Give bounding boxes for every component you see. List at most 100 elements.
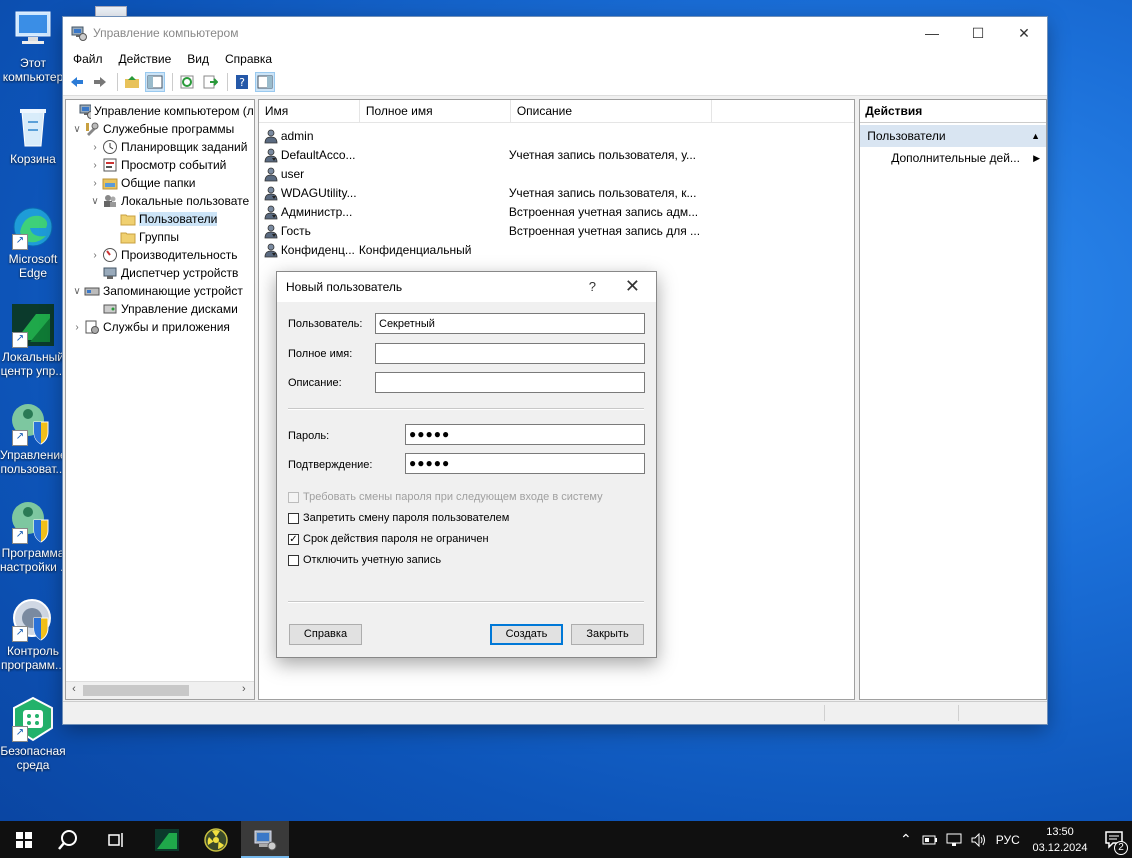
checkmark-icon[interactable]: ✓	[288, 533, 299, 545]
show-hide-action-pane-button[interactable]	[255, 72, 275, 92]
export-list-button[interactable]	[200, 72, 220, 92]
window-titlebar[interactable]: Управление компьютером — ☐ ✕	[63, 17, 1047, 49]
up-level-button[interactable]	[122, 72, 142, 92]
create-button[interactable]: Создать	[490, 624, 563, 645]
chk-password-never-expires[interactable]: ✓ Срок действия пароля не ограничен	[288, 533, 489, 545]
menu-view[interactable]: Вид	[179, 52, 217, 66]
task-view-icon	[108, 832, 123, 847]
notification-count-badge: 2	[1114, 841, 1128, 855]
chk-account-disabled[interactable]: Отключить учетную запись	[288, 554, 441, 566]
desktop-icon-setup-program[interactable]: ↗ Программа настройки ...	[0, 498, 66, 574]
close-button[interactable]: ✕	[1001, 17, 1047, 49]
column-header-full-name[interactable]: Полное имя	[360, 100, 511, 122]
dialog-help-button[interactable]: ?	[589, 279, 596, 294]
confirm-password-field[interactable]: ●●●●●	[405, 453, 645, 474]
tree-item-storage[interactable]: ∨ Запоминающие устройст	[66, 282, 254, 300]
clock[interactable]: 13:50 03.12.2024	[1028, 824, 1092, 856]
radiation-icon	[204, 827, 228, 852]
forward-button[interactable]	[90, 72, 110, 92]
chevron-down-icon[interactable]: ∨	[88, 196, 102, 207]
tree-item-users[interactable]: Пользователи	[66, 210, 254, 228]
table-row[interactable]: user	[259, 164, 854, 183]
description-field[interactable]	[375, 372, 645, 393]
battery-icon[interactable]	[922, 834, 938, 846]
minimize-button[interactable]: —	[909, 17, 955, 49]
chk-cannot-change-password[interactable]: Запретить смену пароля пользователем	[288, 512, 509, 524]
column-header-name[interactable]: Имя	[259, 100, 360, 122]
table-row[interactable]: admin	[259, 126, 854, 145]
taskbar-user-management[interactable]	[192, 821, 240, 858]
desktop-icon-safe-environment[interactable]: ↗ Безопасная среда	[0, 696, 66, 772]
search-button[interactable]	[44, 821, 92, 858]
menu-file[interactable]: Файл	[65, 52, 111, 66]
fullname-field[interactable]	[375, 343, 645, 364]
volume-icon[interactable]	[970, 832, 986, 847]
menu-action[interactable]: Действие	[111, 52, 180, 66]
tree-item-shared-folders[interactable]: › Общие папки	[66, 174, 254, 192]
close-dialog-button[interactable]: Закрыть	[571, 624, 644, 645]
actions-more[interactable]: Дополнительные дей... ▶	[860, 147, 1046, 169]
help-dialog-button[interactable]: Справка	[289, 624, 362, 645]
desktop-icon-label: Этот	[20, 56, 46, 70]
scroll-thumb[interactable]	[83, 685, 189, 696]
table-row[interactable]: Гость Встроенная учетная запись для ...	[259, 221, 854, 240]
dialog-titlebar[interactable]: Новый пользователь ? ✕	[277, 272, 656, 302]
chevron-down-icon[interactable]: ∨	[70, 124, 84, 135]
taskbar: ⌃ РУС 13:50 03.12.2024 2	[0, 821, 1132, 858]
tree-item-system-tools[interactable]: ∨ Служебные программы	[66, 120, 254, 138]
column-header-description[interactable]: Описание	[511, 100, 712, 122]
collapse-icon[interactable]: ▲	[1031, 125, 1040, 147]
desktop-icon-edge[interactable]: ↗ Microsoft Edge	[0, 204, 66, 280]
tree-item-services-apps[interactable]: › Службы и приложения	[66, 318, 254, 336]
desktop-icon-user-management[interactable]: ↗ Управление пользоват...	[0, 400, 66, 476]
chevron-up-icon[interactable]: ⌃	[900, 831, 912, 848]
back-button[interactable]	[67, 72, 87, 92]
chevron-right-icon[interactable]: ›	[88, 160, 102, 171]
desktop-icon-local-center[interactable]: ↗ Локальный центр упр...	[0, 302, 66, 378]
task-view-button[interactable]	[92, 821, 140, 858]
menu-help[interactable]: Справка	[217, 52, 280, 66]
tree-horizontal-scrollbar[interactable]: ‹ ›	[66, 681, 254, 699]
cell-description: Учетная запись пользователя, у...	[508, 147, 697, 162]
tree-item-task-scheduler[interactable]: › Планировщик заданий	[66, 138, 254, 156]
desktop-icon-this-pc[interactable]: Этот компьютер	[0, 8, 66, 84]
scroll-left-icon[interactable]: ‹	[66, 683, 82, 695]
start-button[interactable]	[0, 821, 48, 858]
desktop-icon-program-control[interactable]: ↗ Контроль программ...	[0, 596, 66, 672]
taskbar-security-center[interactable]	[143, 821, 191, 858]
tools-icon	[86, 122, 99, 136]
language-indicator[interactable]: РУС	[996, 833, 1020, 847]
scroll-right-icon[interactable]: ›	[236, 683, 252, 695]
chevron-right-icon[interactable]: ›	[88, 142, 102, 153]
help-button[interactable]: ?	[232, 72, 252, 92]
maximize-button[interactable]: ☐	[955, 17, 1001, 49]
chevron-right-icon[interactable]: ›	[88, 178, 102, 189]
desktop-icon-recycle-bin[interactable]: Корзина	[0, 104, 66, 166]
chevron-right-icon[interactable]: ›	[88, 250, 102, 261]
table-row[interactable]: WDAGUtility... Учетная запись пользовател…	[259, 183, 854, 202]
chevron-down-icon[interactable]: ∨	[70, 286, 84, 297]
checkbox-unchecked[interactable]	[288, 554, 299, 566]
username-field[interactable]	[375, 313, 645, 334]
tree-item-computer-management[interactable]: Управление компьютером (л	[66, 102, 254, 120]
network-icon[interactable]	[946, 833, 962, 847]
taskbar-computer-management[interactable]	[241, 821, 289, 858]
notifications-button[interactable]: 2	[1104, 830, 1128, 855]
tree-item-performance[interactable]: › Производительность	[66, 246, 254, 264]
tree-item-event-viewer[interactable]: › Просмотр событий	[66, 156, 254, 174]
actions-section-users[interactable]: Пользователи ▲	[860, 125, 1047, 147]
checkbox-unchecked[interactable]	[288, 512, 299, 524]
dialog-close-button[interactable]: ✕	[625, 276, 640, 297]
table-row[interactable]: Конфиденц... Конфиденциальный	[259, 240, 854, 259]
refresh-button[interactable]	[177, 72, 197, 92]
tree-item-disk-management[interactable]: Управление дисками	[66, 300, 254, 318]
tree-item-device-manager[interactable]: Диспетчер устройств	[66, 264, 254, 282]
password-field[interactable]: ●●●●●	[405, 424, 645, 445]
show-hide-tree-button[interactable]	[145, 72, 165, 92]
chevron-right-icon[interactable]: ›	[70, 322, 84, 333]
divider	[288, 601, 644, 603]
tree-item-local-users-groups[interactable]: ∨ Локальные пользовате	[66, 192, 254, 210]
tree-item-groups[interactable]: Группы	[66, 228, 254, 246]
table-row[interactable]: DefaultAcco... Учетная запись пользовател…	[259, 145, 854, 164]
table-row[interactable]: Администр... Встроенная учетная запись ад…	[259, 202, 854, 221]
